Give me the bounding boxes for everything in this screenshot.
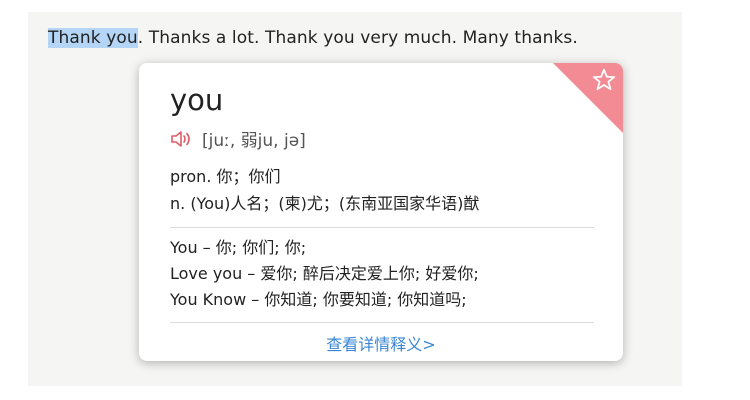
- headword: you: [170, 83, 224, 117]
- divider: [170, 227, 594, 228]
- divider: [170, 322, 594, 323]
- phonetic-row: [juː, 弱ju, jə]: [170, 126, 306, 151]
- phrase-item: You – 你; 你们; 你;: [170, 238, 307, 257]
- dictionary-popup: you [juː, 弱ju, jə] pron. 你；你们 n. (You)人名…: [139, 63, 623, 361]
- phrase-item: You Know – 你知道; 你要知道; 你知道吗;: [170, 290, 467, 309]
- speaker-icon[interactable]: [170, 130, 194, 148]
- selected-text[interactable]: Thank you: [48, 28, 138, 48]
- definitions-list: pron. 你；你们 n. (You)人名；(柬)尤；(东南亚国家华语)猷: [170, 163, 479, 217]
- sentence-text: Thank you. Thanks a lot. Thank you very …: [48, 28, 578, 48]
- phonetic-text: [juː, 弱ju, jə]: [202, 131, 306, 151]
- phrase-item: Love you – 爱你; 醉后决定爱上你; 好爱你;: [170, 264, 479, 283]
- star-icon[interactable]: [591, 67, 617, 93]
- view-details-link[interactable]: 查看详情释义>: [139, 331, 623, 355]
- phrases-list: You – 你; 你们; 你; Love you – 爱你; 醉后决定爱上你; …: [170, 235, 479, 313]
- definition-item: pron. 你；你们: [170, 167, 281, 186]
- sentence-rest: . Thanks a lot. Thank you very much. Man…: [137, 28, 578, 48]
- definition-item: n. (You)人名；(柬)尤；(东南亚国家华语)猷: [170, 194, 480, 213]
